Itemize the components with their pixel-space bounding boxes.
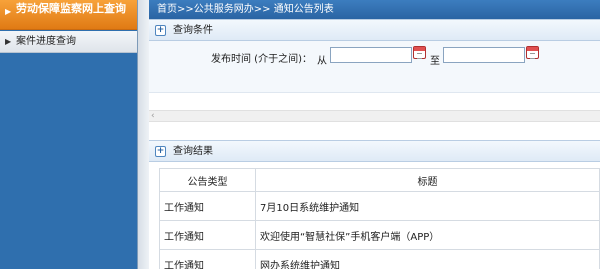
result-table: 公告类型 标题 工作通知 7月10日系统维护通知 工作通知 欢迎使用“智慧社保”… bbox=[159, 168, 600, 269]
from-label: 从 bbox=[317, 56, 327, 67]
query-section-header[interactable]: + 查询条件 bbox=[149, 19, 600, 41]
result-section-header[interactable]: + 查询结果 bbox=[149, 140, 600, 162]
sidebar: ▶ 劳动保障监察网上查询 ▶ 案件进度查询 bbox=[0, 0, 137, 269]
calendar-icon[interactable] bbox=[413, 46, 426, 59]
column-header-type: 公告类型 bbox=[159, 168, 256, 192]
result-table-wrap: 公告类型 标题 工作通知 7月10日系统维护通知 工作通知 欢迎使用“智慧社保”… bbox=[149, 162, 600, 269]
table-row[interactable]: 工作通知 欢迎使用“智慧社保”手机客户端（APP） bbox=[159, 220, 600, 250]
row-title-link[interactable]: 欢迎使用“智慧社保”手机客户端（APP） bbox=[255, 220, 600, 250]
row-title-link[interactable]: 7月10日系统维护通知 bbox=[255, 191, 600, 221]
table-row[interactable]: 工作通知 7月10日系统维护通知 bbox=[159, 191, 600, 221]
arrow-right-icon: ▶ bbox=[5, 37, 12, 46]
breadcrumb: 首页>>公共服务网办>> 通知公告列表 bbox=[149, 0, 600, 19]
calendar-icon[interactable] bbox=[526, 46, 539, 59]
row-title-link[interactable]: 网办系统维护通知 bbox=[255, 249, 600, 269]
date-from-input[interactable] bbox=[330, 47, 412, 63]
arrow-right-icon: ▶ bbox=[5, 7, 12, 16]
table-row[interactable]: 工作通知 网办系统维护通知 bbox=[159, 249, 600, 269]
query-section-title: 查询条件 bbox=[173, 25, 213, 36]
result-section-title: 查询结果 bbox=[173, 146, 213, 157]
plus-icon[interactable]: + bbox=[155, 146, 166, 157]
sidebar-item-case-progress[interactable]: ▶ 案件进度查询 bbox=[0, 31, 137, 53]
date-range-label: 发布时间 (介于之间)： bbox=[211, 54, 312, 65]
chevron-left-icon[interactable]: ‹ bbox=[151, 111, 155, 122]
sidebar-item-label: 案件进度查询 bbox=[16, 36, 76, 47]
query-scroll-area: ‹ bbox=[149, 93, 600, 140]
to-label: 至 bbox=[430, 56, 440, 67]
sidebar-header[interactable]: ▶ 劳动保障监察网上查询 bbox=[0, 0, 137, 30]
query-form: 发布时间 (介于之间)： 从 至 bbox=[149, 41, 600, 93]
column-header-title: 标题 bbox=[255, 168, 600, 192]
row-type: 工作通知 bbox=[159, 191, 256, 221]
sidebar-header-label: 劳动保障监察网上查询 bbox=[16, 2, 126, 15]
plus-icon[interactable]: + bbox=[155, 25, 166, 36]
row-type: 工作通知 bbox=[159, 249, 256, 269]
sidebar-splitter[interactable] bbox=[137, 0, 149, 269]
horizontal-scrollbar[interactable]: ‹ bbox=[149, 110, 600, 122]
date-to-input[interactable] bbox=[443, 47, 525, 63]
row-type: 工作通知 bbox=[159, 220, 256, 250]
main-content: 首页>>公共服务网办>> 通知公告列表 + 查询条件 发布时间 (介于之间)： … bbox=[149, 0, 600, 269]
